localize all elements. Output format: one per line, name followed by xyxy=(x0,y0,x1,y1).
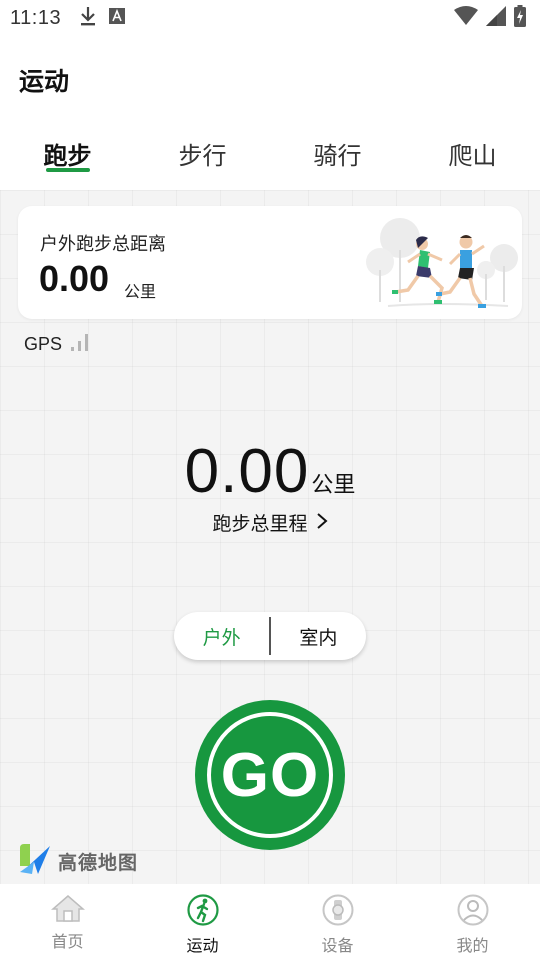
run-icon xyxy=(186,894,220,930)
go-button[interactable]: GO xyxy=(195,700,345,850)
battery-icon xyxy=(514,4,526,32)
bottom-nav: 首页 运动 设备 我的 xyxy=(0,884,540,960)
tab-running[interactable]: 跑步 xyxy=(0,128,135,188)
summary-card[interactable]: 户外跑步总距离 0.00 公里 xyxy=(18,206,522,319)
mode-toggle: 户外 室内 xyxy=(174,612,366,660)
page-title: 运动 xyxy=(19,67,70,96)
tab-label: 爬山 xyxy=(448,142,497,170)
tab-label: 步行 xyxy=(178,142,227,170)
total-distance-unit: 公里 xyxy=(311,473,356,498)
nav-device[interactable]: 设备 xyxy=(270,884,405,960)
gps-label: GPS xyxy=(24,334,63,354)
chevron-right-icon xyxy=(316,511,328,535)
status-time: 11:13 xyxy=(10,6,62,29)
mode-outdoor[interactable]: 户外 xyxy=(174,623,269,650)
amap-logo-icon xyxy=(18,842,52,880)
tab-climbing[interactable]: 爬山 xyxy=(405,128,540,188)
nav-home[interactable]: 首页 xyxy=(0,884,135,960)
summary-label: 户外跑步总距离 xyxy=(40,234,166,255)
gps-signal-icon xyxy=(70,332,90,357)
nav-sport[interactable]: 运动 xyxy=(135,884,270,960)
nav-profile[interactable]: 我的 xyxy=(405,884,540,960)
tab-walking[interactable]: 步行 xyxy=(135,128,270,188)
nav-label: 我的 xyxy=(456,936,489,955)
nav-label: 首页 xyxy=(51,932,84,951)
tab-cycling[interactable]: 骑行 xyxy=(270,128,405,188)
watch-icon xyxy=(321,894,355,930)
map-logo-text: 高德地图 xyxy=(58,851,139,874)
text-input-icon xyxy=(109,7,126,29)
download-icon xyxy=(79,5,97,32)
summary-unit: 公里 xyxy=(124,282,157,301)
signal-icon xyxy=(486,5,506,31)
tab-label: 跑步 xyxy=(43,142,92,170)
go-label: GO xyxy=(207,712,333,838)
home-icon xyxy=(50,894,85,926)
wifi-icon xyxy=(454,5,478,31)
map-provider-logo: 高德地图 xyxy=(18,842,138,880)
nav-label: 运动 xyxy=(186,936,219,955)
tab-label: 骑行 xyxy=(313,142,362,170)
summary-value: 0.00 xyxy=(39,258,110,299)
total-mileage-label: 跑步总里程 xyxy=(212,513,308,535)
total-distance: 0.00公里 xyxy=(0,436,540,507)
runners-illustration xyxy=(358,210,518,314)
profile-icon xyxy=(456,894,490,930)
nav-label: 设备 xyxy=(321,936,354,955)
total-distance-value: 0.00 xyxy=(184,437,310,506)
gps-indicator: GPS xyxy=(24,332,90,357)
status-bar: 11:13 xyxy=(0,0,540,36)
total-mileage-link[interactable]: 跑步总里程 xyxy=(0,509,540,536)
mode-indoor[interactable]: 室内 xyxy=(271,623,366,650)
sport-tabs: 跑步 步行 骑行 爬山 xyxy=(0,128,540,188)
